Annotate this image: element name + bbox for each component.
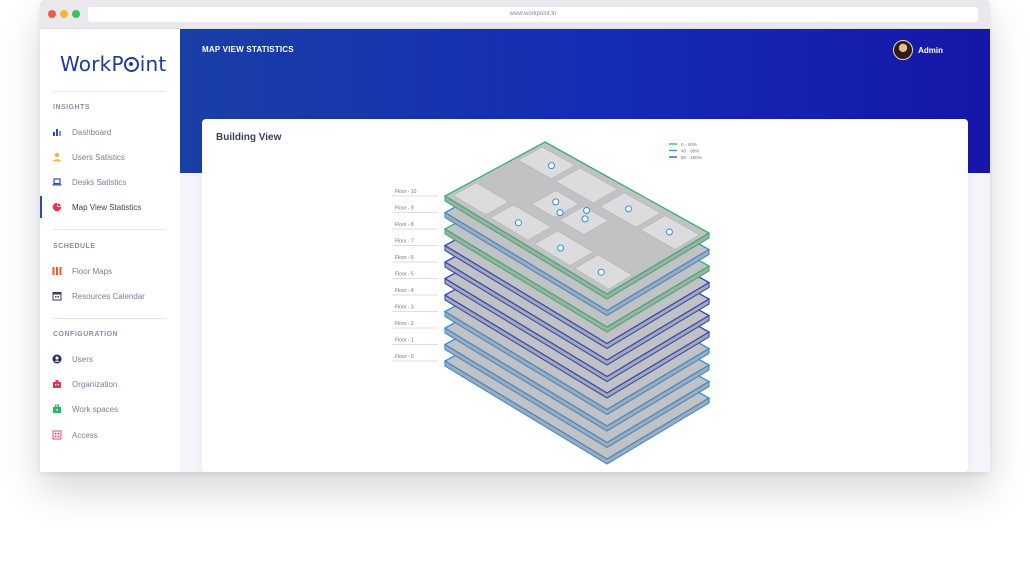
pie-chart-icon — [52, 202, 62, 212]
floor-label[interactable]: Floor - 6 — [395, 255, 414, 261]
building-view-3d: Floor - 10 Floor - 9 Floor - 8 Floor - 7 Flo… — [392, 141, 711, 465]
workspace-icon — [52, 404, 62, 414]
sidebar-item-desks-satistics[interactable]: Desks Satistics — [40, 171, 180, 193]
sidebar-divider — [53, 318, 166, 319]
laptop-icon — [52, 177, 62, 187]
sidebar-item-access[interactable]: Access — [40, 424, 180, 446]
sidebar-item-label: Access — [72, 430, 98, 440]
sidebar-item-floor-maps[interactable]: Floor Maps — [40, 260, 180, 282]
floor-map-icon — [52, 266, 62, 276]
floor-labels: Floor - 10 Floor - 9 Floor - 8 Floor - 7 Flo… — [392, 189, 438, 362]
desk-marker-icon[interactable] — [552, 198, 560, 206]
logo-o-icon — [124, 57, 140, 72]
sidebar-item-users-satistics[interactable]: Users Satistics — [40, 146, 180, 168]
floor-label[interactable]: Floor - 4 — [395, 288, 414, 294]
sidebar-item-label: Resources Calendar — [72, 291, 145, 301]
floor-label[interactable]: Floor - 2 — [395, 321, 414, 327]
desk-marker-icon[interactable] — [514, 219, 522, 227]
legend-label: 80 - 100% — [681, 155, 702, 160]
sidebar-item-dashboard[interactable]: Dashboard — [40, 121, 180, 143]
desk-marker-icon[interactable] — [556, 209, 564, 216]
organization-icon — [52, 379, 62, 389]
sidebar-item-label: Users — [72, 354, 93, 364]
sidebar-item-map-view-statistics[interactable]: Map View Statistics — [40, 196, 180, 218]
floor-label[interactable]: Floor - 5 — [395, 272, 414, 278]
calendar-icon — [52, 291, 62, 301]
user-name: Admin — [918, 45, 943, 55]
avatar — [893, 40, 914, 60]
sidebar-item-label: Dashboard — [72, 127, 112, 137]
sidebar-divider — [53, 229, 166, 230]
browser-window: www.workpoint.tn WorkP int INSIGHTS Dashb… — [40, 0, 990, 472]
sidebar-item-label: Map View Statistics — [72, 202, 142, 212]
section-title-insights: INSIGHTS — [53, 104, 91, 111]
logo-text-prefix: WorkP — [60, 52, 124, 76]
access-icon — [52, 430, 62, 440]
browser-toolbar: www.workpoint.tn — [40, 0, 990, 29]
desk-marker-icon[interactable] — [548, 162, 555, 170]
desk-marker-icon[interactable] — [625, 205, 632, 213]
legend-label: 0 - 40% — [681, 142, 697, 147]
users-icon — [52, 354, 62, 364]
user-icon — [52, 152, 62, 162]
user-menu[interactable]: Admin — [893, 40, 943, 60]
desk-marker-icon[interactable] — [597, 268, 605, 276]
maximize-window-button[interactable] — [72, 10, 80, 18]
sidebar-item-resources-calendar[interactable]: Resources Calendar — [40, 285, 180, 307]
section-title-schedule: SCHEDULE — [53, 243, 96, 250]
floor-label[interactable]: Floor - 3 — [395, 305, 414, 311]
bar-chart-icon — [52, 127, 62, 137]
building-view-card: Building View Floor - 10 Floor - 9 Floor -… — [202, 119, 968, 472]
desk-marker-icon[interactable] — [583, 207, 591, 214]
minimize-window-button[interactable] — [60, 10, 68, 18]
sidebar-item-users[interactable]: Users — [40, 348, 180, 370]
main-content: MAP VIEW STATISTICS Admin Building View … — [180, 29, 990, 472]
legend: 0 - 40%40 - 80% 80 - 100% — [669, 142, 702, 160]
sidebar-item-label: Desks Satistics — [72, 177, 127, 187]
close-window-button[interactable] — [48, 10, 56, 18]
section-title-configuration: CONFIGURATION — [53, 331, 119, 338]
page-title: MAP VIEW STATISTICS — [202, 45, 294, 54]
workpoint-logo[interactable]: WorkP int — [60, 52, 166, 76]
floor-label[interactable]: Floor - 10 — [395, 189, 417, 195]
floor-label[interactable]: Floor - 9 — [395, 206, 414, 212]
sidebar-item-label: Users Satistics — [72, 152, 125, 162]
logo-text-suffix: int — [139, 52, 167, 76]
sidebar-divider — [53, 91, 166, 92]
desk-marker-icon[interactable] — [665, 228, 673, 236]
desk-marker-icon[interactable] — [557, 244, 565, 252]
desk-marker-icon[interactable] — [581, 215, 589, 223]
sidebar-item-label: Work spaces — [72, 404, 119, 414]
address-bar[interactable]: www.workpoint.tn — [88, 7, 978, 22]
sidebar-item-organization[interactable]: Organization — [40, 373, 180, 395]
sidebar-item-label: Organization — [72, 379, 118, 389]
sidebar-item-label: Floor Maps — [72, 266, 113, 276]
legend-label: 40 - 80% — [681, 148, 699, 153]
floor-label[interactable]: Floor - 8 — [395, 222, 414, 228]
floor-label[interactable]: Floor - 7 — [395, 239, 414, 245]
floor-label[interactable]: Floor - 1 — [395, 338, 414, 344]
sidebar: WorkP int INSIGHTS Dashboard Users Satist… — [40, 29, 180, 472]
sidebar-item-work-spaces[interactable]: Work spaces — [40, 398, 180, 420]
floor-label[interactable]: Floor - 0 — [395, 354, 414, 360]
